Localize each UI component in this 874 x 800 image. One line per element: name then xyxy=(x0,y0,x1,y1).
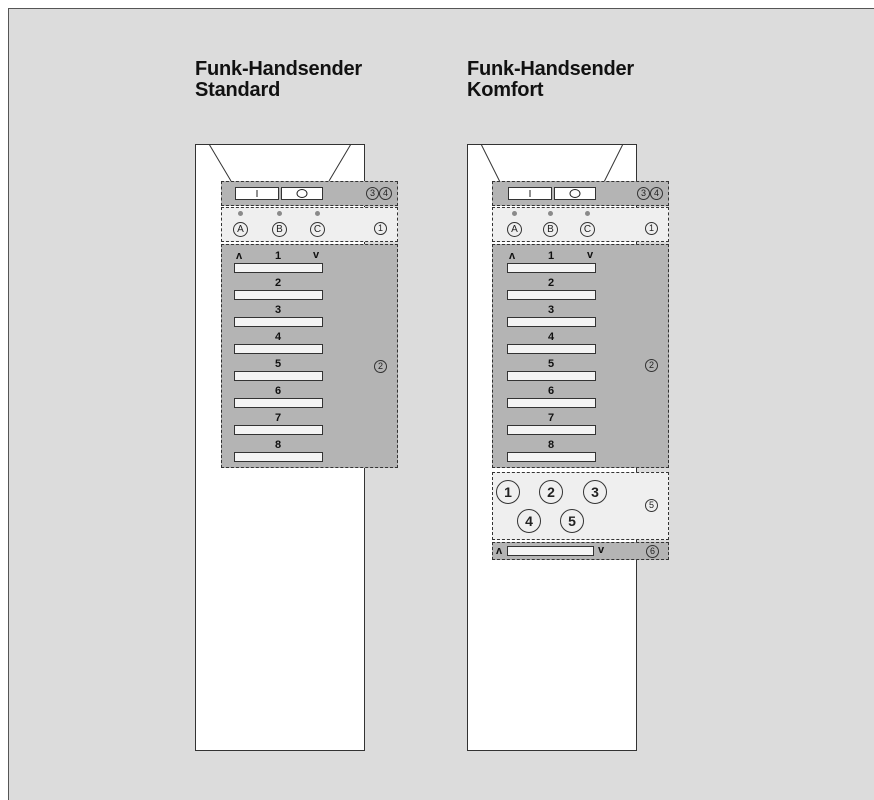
button-3-label: 3 xyxy=(547,304,555,316)
zone-groups-komfort: 1 2 3 4 5 5 xyxy=(492,472,669,540)
button-1[interactable] xyxy=(234,263,323,273)
title-standard-line2: Standard xyxy=(195,79,281,101)
callout-2: 2 xyxy=(645,359,658,372)
button-7[interactable] xyxy=(234,425,323,435)
channel-c-button[interactable]: C xyxy=(310,222,325,237)
button-2-label: 2 xyxy=(274,277,282,289)
on-button[interactable] xyxy=(235,187,279,200)
button-8[interactable] xyxy=(507,452,596,462)
zone-channels-standard: A B C 1 xyxy=(221,207,398,242)
button-3[interactable] xyxy=(234,317,323,327)
slider-down-arrow-icon: v xyxy=(598,544,605,556)
down-arrow-icon: v xyxy=(313,249,320,261)
up-arrow-icon: ʌ xyxy=(236,250,243,262)
group-5-button[interactable]: 5 xyxy=(560,509,584,533)
button-6-label: 6 xyxy=(547,385,555,397)
group-1-button[interactable]: 1 xyxy=(496,480,520,504)
on-symbol-icon xyxy=(529,190,531,197)
button-1[interactable] xyxy=(507,263,596,273)
zone-buttons-standard: ʌ v 1 2 3 4 5 6 7 8 2 xyxy=(221,244,398,468)
callout-3: 3 xyxy=(637,187,650,200)
button-2[interactable] xyxy=(234,290,323,300)
callout-4: 4 xyxy=(650,187,663,200)
button-8-label: 8 xyxy=(547,439,555,451)
down-arrow-icon: v xyxy=(587,249,594,261)
slider-bar[interactable] xyxy=(507,546,594,556)
title-standard: Funk-Handsender Standard xyxy=(195,59,362,101)
channel-b-button[interactable]: B xyxy=(543,222,558,237)
button-3[interactable] xyxy=(507,317,596,327)
zone-buttons-komfort: ʌ v 1 2 3 4 5 6 7 8 2 xyxy=(492,244,669,468)
button-7-label: 7 xyxy=(547,412,555,424)
button-6[interactable] xyxy=(507,398,596,408)
callout-4: 4 xyxy=(379,187,392,200)
button-2-label: 2 xyxy=(547,277,555,289)
group-2-button[interactable]: 2 xyxy=(539,480,563,504)
title-komfort-line2: Komfort xyxy=(467,79,544,101)
channel-led-c xyxy=(585,211,590,216)
slider-up-arrow-icon: ʌ xyxy=(496,545,503,557)
button-1-label: 1 xyxy=(547,250,555,262)
off-symbol-icon xyxy=(569,189,581,198)
button-7-label: 7 xyxy=(274,412,282,424)
callout-3: 3 xyxy=(366,187,379,200)
button-1-label: 1 xyxy=(274,250,282,262)
button-5[interactable] xyxy=(507,371,596,381)
channel-led-b xyxy=(548,211,553,216)
button-4[interactable] xyxy=(234,344,323,354)
group-4-button[interactable]: 4 xyxy=(517,509,541,533)
button-4-label: 4 xyxy=(547,331,555,343)
zone-channels-komfort: A B C 1 xyxy=(492,207,669,242)
on-button[interactable] xyxy=(508,187,552,200)
channel-a-button[interactable]: A xyxy=(233,222,248,237)
channel-c-button[interactable]: C xyxy=(580,222,595,237)
channel-led-a xyxy=(512,211,517,216)
callout-2: 2 xyxy=(374,360,387,373)
button-3-label: 3 xyxy=(274,304,282,316)
up-arrow-icon: ʌ xyxy=(509,250,516,262)
button-4-label: 4 xyxy=(274,331,282,343)
button-7[interactable] xyxy=(507,425,596,435)
button-8-label: 8 xyxy=(274,439,282,451)
title-standard-line1: Funk-Handsender xyxy=(195,58,363,80)
off-symbol-icon xyxy=(296,189,308,198)
callout-5: 5 xyxy=(645,499,658,512)
zone-toggle-komfort: 3 4 xyxy=(492,181,669,206)
channel-led-c xyxy=(315,211,320,216)
zone-slider-komfort: ʌ v 6 xyxy=(492,542,669,560)
callout-1: 1 xyxy=(645,222,658,235)
off-button[interactable] xyxy=(554,187,596,200)
button-8[interactable] xyxy=(234,452,323,462)
channel-led-b xyxy=(277,211,282,216)
channel-b-button[interactable]: B xyxy=(272,222,287,237)
on-symbol-icon xyxy=(256,190,258,197)
group-3-button[interactable]: 3 xyxy=(583,480,607,504)
button-5[interactable] xyxy=(234,371,323,381)
channel-a-button[interactable]: A xyxy=(507,222,522,237)
remote-standard-top-taper xyxy=(208,144,352,182)
channel-led-a xyxy=(238,211,243,216)
zone-toggle-standard: 3 4 xyxy=(221,181,398,206)
callout-1: 1 xyxy=(374,222,387,235)
button-6-label: 6 xyxy=(274,385,282,397)
diagram-frame: Funk-Handsender Standard 3 4 A B C 1 ʌ v… xyxy=(8,8,874,800)
button-4[interactable] xyxy=(507,344,596,354)
callout-6: 6 xyxy=(646,545,659,558)
button-2[interactable] xyxy=(507,290,596,300)
button-5-label: 5 xyxy=(547,358,555,370)
off-button[interactable] xyxy=(281,187,323,200)
title-komfort: Funk-Handsender Komfort xyxy=(467,59,634,101)
button-6[interactable] xyxy=(234,398,323,408)
button-5-label: 5 xyxy=(274,358,282,370)
title-komfort-line1: Funk-Handsender xyxy=(467,58,635,80)
